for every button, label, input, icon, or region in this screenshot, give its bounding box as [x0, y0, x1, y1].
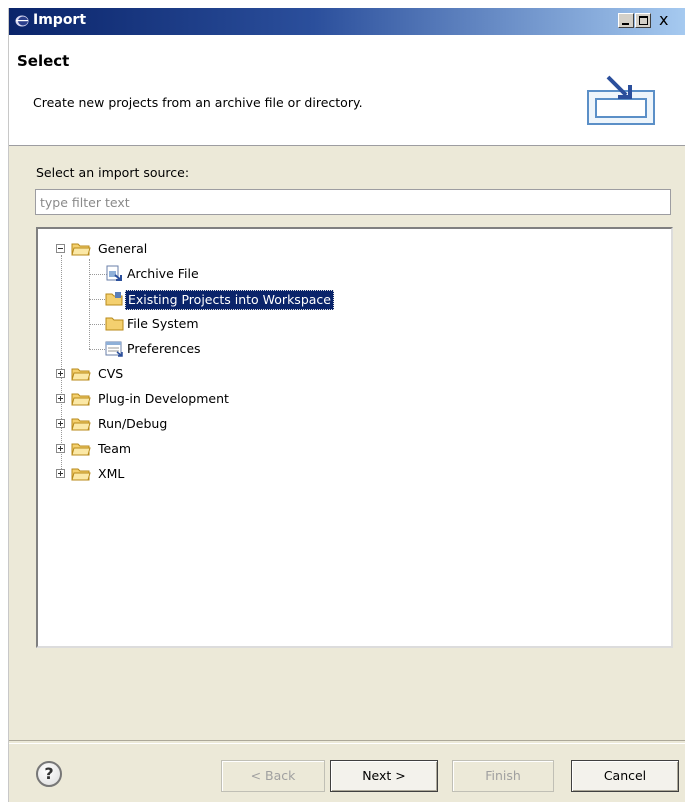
tree-item-xml[interactable]: XML — [38, 463, 638, 485]
close-button[interactable] — [654, 10, 674, 29]
preferences-icon — [105, 341, 123, 357]
tree-item-cvs[interactable]: CVS — [38, 363, 638, 385]
folder-open-icon — [71, 368, 91, 381]
import-source-tree[interactable]: General Archive File Existing Projects i… — [36, 227, 673, 648]
tree-item-label: Existing Projects into Workspace — [125, 290, 334, 310]
title-bar[interactable]: Import — [9, 8, 685, 35]
expand-icon[interactable] — [56, 419, 65, 428]
archive-file-icon — [106, 265, 122, 281]
next-button[interactable]: Next > — [330, 760, 438, 792]
back-button[interactable]: < Back — [221, 760, 325, 792]
import-wizard-icon — [587, 75, 655, 125]
folder-open-icon — [71, 468, 91, 481]
tree-item-label: Team — [98, 441, 132, 456]
collapse-icon[interactable] — [56, 244, 65, 253]
filter-input[interactable] — [35, 189, 671, 215]
folder-icon — [105, 317, 124, 331]
tree-item-team[interactable]: Team — [38, 438, 638, 460]
tree-item-archive-file[interactable]: Archive File — [38, 263, 638, 285]
tree-item-label: General — [98, 241, 148, 256]
help-icon[interactable]: ? — [36, 761, 62, 787]
window-title: Import — [33, 12, 87, 28]
expand-icon[interactable] — [56, 444, 65, 453]
finish-button[interactable]: Finish — [452, 760, 554, 792]
tree-item-plugin-development[interactable]: Plug-in Development — [38, 388, 638, 410]
project-folder-icon — [105, 292, 123, 306]
tree-item-label: Preferences — [127, 341, 201, 356]
tree-item-label: Run/Debug — [98, 416, 168, 431]
minimize-button[interactable] — [618, 13, 634, 28]
folder-open-icon — [71, 243, 91, 256]
folder-open-icon — [71, 418, 91, 431]
tree-item-existing-projects[interactable]: Existing Projects into Workspace — [38, 288, 638, 310]
expand-icon[interactable] — [56, 469, 65, 478]
button-bar-separator — [9, 740, 685, 744]
maximize-button[interactable] — [635, 13, 651, 28]
page-title: Select — [17, 52, 70, 70]
tree-item-label: XML — [98, 466, 125, 481]
tree-item-preferences[interactable]: Preferences — [38, 338, 638, 360]
tree-item-run-debug[interactable]: Run/Debug — [38, 413, 638, 435]
import-source-label: Select an import source: — [36, 165, 190, 180]
tree-item-general[interactable]: General — [38, 238, 638, 260]
expand-icon[interactable] — [56, 394, 65, 403]
eclipse-icon — [15, 15, 29, 27]
tree-item-label: Archive File — [127, 266, 199, 281]
tree-item-label: Plug-in Development — [98, 391, 229, 406]
tree-item-label: CVS — [98, 366, 124, 381]
tree-item-file-system[interactable]: File System — [38, 313, 638, 335]
folder-open-icon — [71, 393, 91, 406]
folder-open-icon — [71, 443, 91, 456]
page-description: Create new projects from an archive file… — [33, 95, 363, 110]
import-dialog: Import Select Create new projects from a… — [8, 8, 685, 802]
cancel-button[interactable]: Cancel — [571, 760, 679, 792]
tree-item-label: File System — [127, 316, 199, 331]
wizard-banner: Select Create new projects from an archi… — [9, 35, 685, 146]
expand-icon[interactable] — [56, 369, 65, 378]
